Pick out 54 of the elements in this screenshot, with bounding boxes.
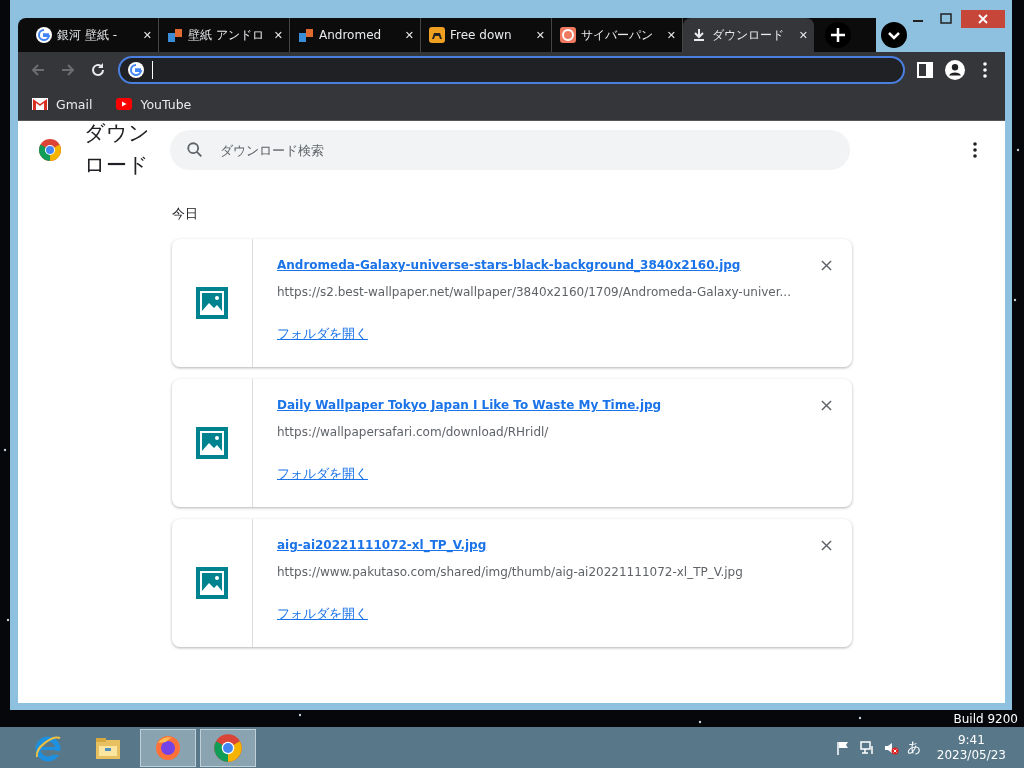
file-link[interactable]: Daily Wallpaper Tokyo Japan I Like To Waste My Time.jpg [277, 398, 662, 412]
address-bar[interactable] [118, 56, 905, 84]
page-title: ダウンロード [84, 120, 151, 179]
google-icon [128, 62, 144, 78]
open-folder-link[interactable]: フォルダを開く [277, 466, 368, 483]
watermark-text: Build 9200 [953, 712, 1018, 726]
bookmark[interactable]: Gmail [26, 93, 99, 115]
close-icon[interactable] [821, 260, 832, 271]
mail-icon [32, 98, 48, 110]
section-heading: 今日 [172, 205, 199, 223]
taskbar-button[interactable] [140, 728, 196, 767]
swirl-icon [560, 27, 576, 43]
close-tab-button[interactable]: ✕ [273, 28, 283, 42]
image-file-icon [196, 427, 228, 459]
source-url: https://www.pakutaso.com/shared/img/thumb/aig-ai20221111072-xl_TP_V.jpg [277, 565, 743, 579]
close-tab-button[interactable]: ✕ [666, 28, 676, 42]
source-url: https://s2.best-wallpaper.net/wallpaper/3840x2160/1709/Andromeda-Galaxy-univer... [277, 285, 791, 299]
close-icon[interactable] [821, 540, 832, 551]
chrome-logo-icon [38, 138, 62, 162]
animal-icon [429, 27, 445, 43]
file-link[interactable]: Andromeda-Galaxy-universe-stars-black-background_3840x2160.jpg [277, 258, 741, 272]
ime-indicator[interactable]: あ [906, 738, 921, 757]
network-icon[interactable] [858, 739, 875, 756]
new-tab-icon[interactable] [824, 21, 852, 49]
search-icon [186, 141, 204, 159]
image-icon [167, 27, 183, 43]
close-icon[interactable] [821, 400, 832, 411]
chevron-icon[interactable] [880, 21, 908, 49]
open-folder-link[interactable]: フォルダを開く [277, 326, 368, 343]
close-tab-button[interactable]: ✕ [404, 28, 414, 42]
close-icon[interactable] [961, 10, 1005, 28]
close-tab-button[interactable]: ✕ [142, 28, 152, 42]
source-url: https://wallpapersafari.com/download/RHridl/ [277, 425, 549, 439]
file-link[interactable]: aig-ai20221111072-xl_TP_V.jpg [277, 538, 487, 552]
close-tab-button[interactable]: ✕ [535, 28, 545, 42]
search-input[interactable]: ダウンロード検索 [218, 141, 834, 159]
open-folder-link[interactable]: フォルダを開く [277, 606, 368, 623]
google-icon [36, 27, 52, 43]
clock-time[interactable]: 9:41 [957, 732, 985, 748]
taskbar-button[interactable] [200, 728, 256, 767]
play-icon [116, 98, 133, 110]
side-panel-icon[interactable] [915, 60, 935, 80]
image-file-icon [196, 287, 228, 319]
profile-icon[interactable] [945, 60, 965, 80]
bookmark[interactable]: YouTube [110, 93, 198, 115]
search-field[interactable]: ダウンロード検索 [170, 130, 850, 170]
close-tab-button[interactable]: ✕ [798, 28, 808, 42]
image-icon [298, 27, 314, 43]
flag-icon[interactable] [834, 739, 851, 756]
clock-date[interactable]: 2023/05/23 [936, 747, 1006, 763]
chrome-logo-icon [213, 732, 243, 763]
download-icon [691, 27, 707, 43]
image-file-icon [196, 567, 228, 599]
browser-tab[interactable]: ダウンロード ✕ [683, 18, 814, 52]
